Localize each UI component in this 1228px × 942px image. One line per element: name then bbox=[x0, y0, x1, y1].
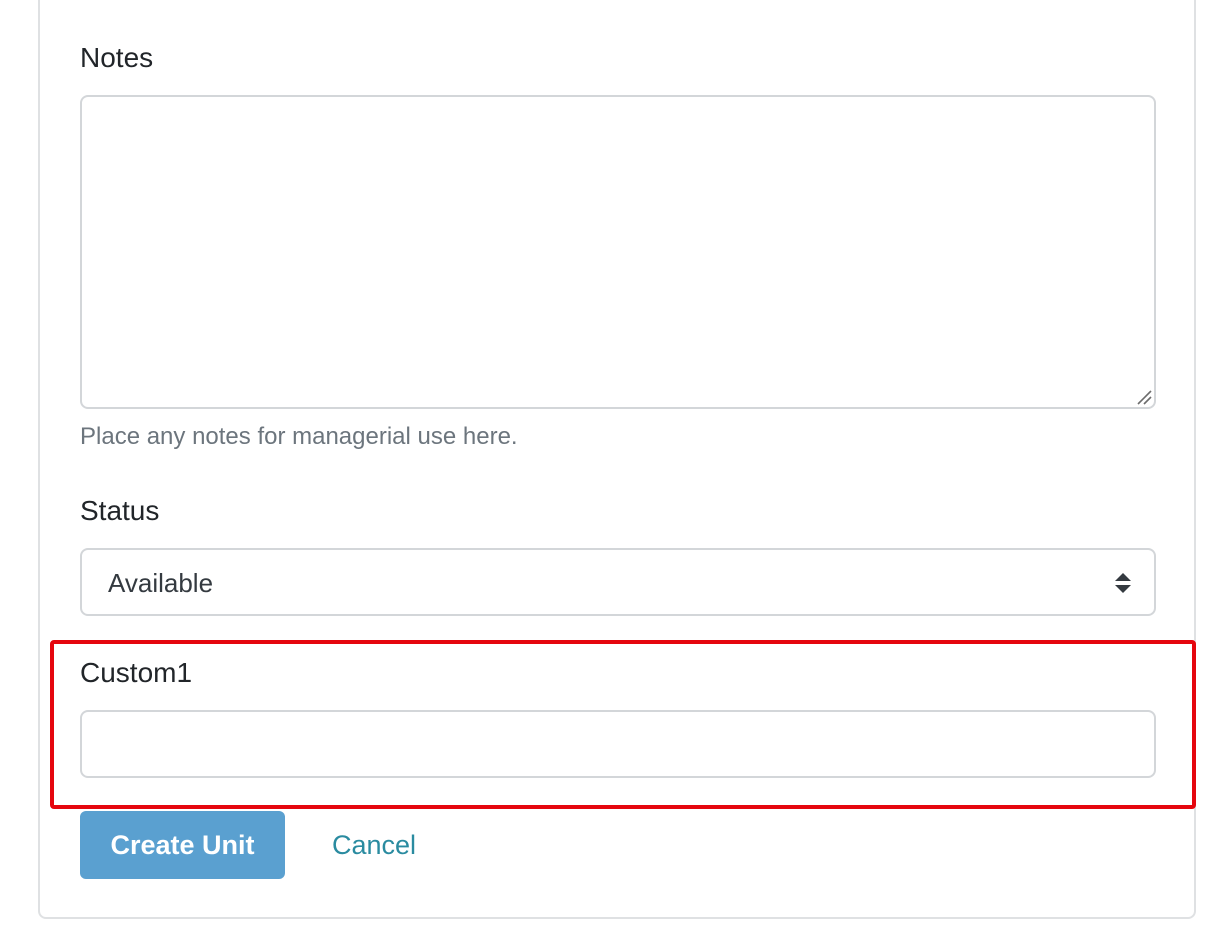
notes-label: Notes bbox=[80, 42, 154, 73]
status-label: Status bbox=[80, 495, 160, 526]
custom1-label: Custom1 bbox=[80, 657, 193, 688]
cancel-link[interactable]: Cancel bbox=[332, 829, 416, 861]
sort-arrows-icon bbox=[1115, 573, 1131, 593]
notes-help-text: Place any notes for managerial use here. bbox=[80, 423, 518, 450]
resize-grip-icon[interactable] bbox=[1136, 389, 1152, 405]
status-select[interactable]: Available bbox=[80, 548, 1156, 616]
create-unit-button[interactable]: Create Unit bbox=[80, 811, 285, 879]
notes-textarea[interactable] bbox=[80, 95, 1156, 409]
status-selected-value: Available bbox=[108, 568, 214, 598]
custom1-input[interactable] bbox=[80, 710, 1156, 778]
